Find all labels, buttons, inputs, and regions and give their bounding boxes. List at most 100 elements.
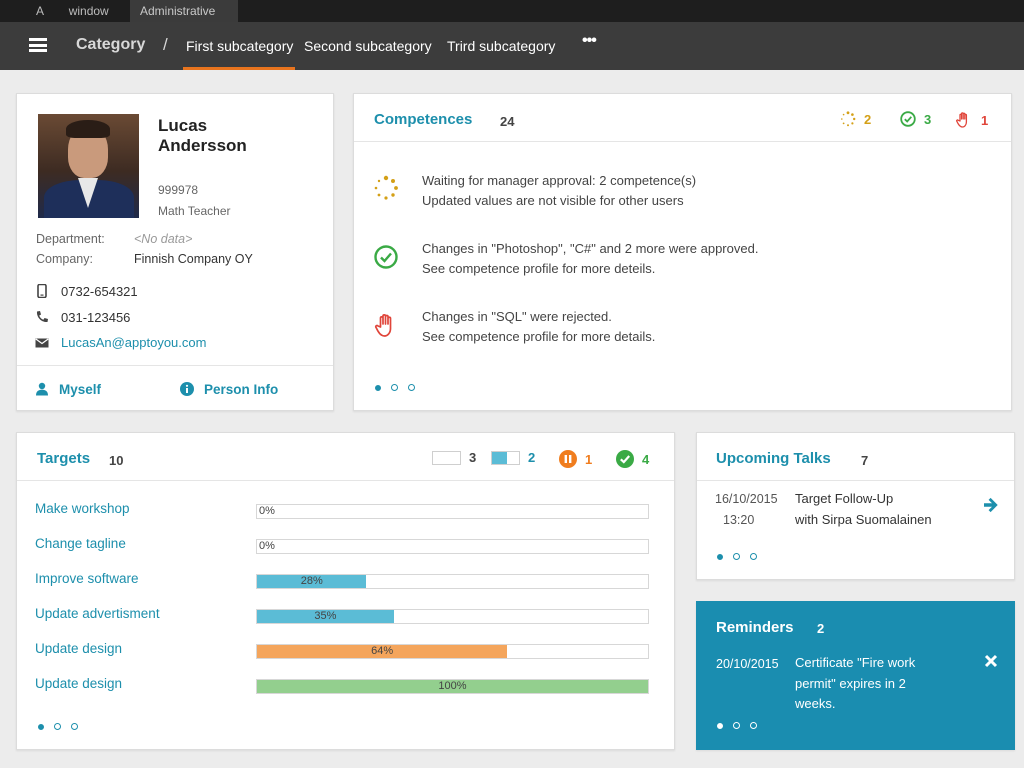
pending-icon [374, 175, 398, 200]
profile-name: Lucas Andersson [158, 116, 318, 156]
target-progress-bar: 0% [256, 504, 649, 519]
upcoming-talks-count: 7 [861, 453, 869, 468]
pager-dot-active[interactable] [38, 723, 44, 730]
nav-category[interactable]: Category [76, 36, 145, 54]
partial-bar-icon [491, 450, 520, 465]
pager-dot[interactable] [750, 722, 757, 729]
talk-date: 16/10/2015 [715, 492, 778, 506]
profile-photo [38, 114, 139, 218]
pager-dot-active[interactable] [375, 384, 381, 391]
targets-pager [38, 723, 78, 730]
employee-id: 999978 [158, 183, 199, 197]
pager-dot-active[interactable] [717, 553, 723, 560]
more-menu-icon[interactable]: ••• [582, 32, 597, 50]
email-link[interactable]: LucasAn@apptoyou.com [61, 335, 206, 350]
not-started-count: 3 [469, 450, 477, 465]
reminders-count: 2 [817, 621, 825, 636]
done-stat[interactable]: 4 [616, 450, 649, 468]
target-link[interactable]: Improve software [35, 571, 139, 586]
myself-button[interactable]: Myself [35, 382, 101, 397]
target-link[interactable]: Update advertisment [35, 606, 160, 621]
nav-separator: / [163, 35, 168, 54]
department-value: <No data> [134, 232, 193, 246]
arrow-right-icon[interactable] [983, 497, 999, 513]
target-progress-percent: 35% [314, 610, 337, 622]
pager-dot-active[interactable] [717, 722, 723, 729]
divider [697, 480, 1014, 481]
last-name: Andersson [158, 136, 247, 155]
phone-number: 031-123456 [61, 310, 131, 325]
target-progress-bar: 0% [256, 539, 649, 554]
competences-count: 24 [500, 114, 515, 129]
reminders-title[interactable]: Reminders [716, 619, 794, 636]
department-label: Department: [36, 232, 105, 246]
competence-row-3-line-1: Changes in "SQL" were rejected. [422, 309, 612, 324]
hamburger-menu-icon[interactable] [29, 38, 47, 52]
pager-dot[interactable] [391, 384, 398, 391]
pager-dot[interactable] [733, 722, 740, 729]
pager-dot[interactable] [750, 553, 757, 560]
divider [17, 480, 674, 481]
pager-dot[interactable] [71, 723, 78, 730]
window-tab-letter: A [36, 4, 44, 18]
talk-title: Target Follow-Up [795, 491, 894, 506]
rejected-stat[interactable]: 1 [955, 111, 988, 129]
target-progress-bar: 28% [256, 574, 649, 589]
pager-dot[interactable] [408, 384, 415, 391]
info-icon [180, 382, 194, 396]
upcoming-talks-card: Upcoming Talks 7 16/10/2015 13:20 Target… [696, 432, 1015, 580]
talks-pager [717, 553, 757, 560]
approved-stat[interactable]: 3 [900, 111, 931, 127]
talk-with: with Sirpa Suomalainen [795, 512, 932, 527]
competence-row-2-line-2: See competence profile for more deteils. [422, 261, 656, 276]
reminder-text: Certificate "Fire work permit" expires i… [795, 655, 916, 711]
not-started-stat[interactable]: 3 [432, 450, 476, 465]
target-progress-percent: 28% [300, 575, 323, 587]
competence-row-2-line-1: Changes in "Photoshop", "C#" and 2 more … [422, 241, 759, 256]
nav-second-subcategory[interactable]: Second subcategory [304, 38, 432, 54]
target-progress-bar: 100% [256, 679, 649, 694]
target-progress-percent: 64% [371, 645, 394, 657]
competences-title[interactable]: Competences [374, 111, 472, 128]
job-title: Math Teacher [158, 204, 231, 218]
person-info-button[interactable]: Person Info [180, 382, 278, 397]
active-nav-indicator [183, 67, 295, 70]
reminder-date: 20/10/2015 [716, 657, 779, 671]
paused-count: 1 [585, 451, 593, 467]
nav-third-subcategory[interactable]: Trird subcategory [447, 38, 555, 54]
targets-title[interactable]: Targets [37, 450, 90, 467]
in-progress-stat[interactable]: 2 [491, 450, 535, 465]
talk-time: 13:20 [723, 513, 755, 527]
pager-dot[interactable] [733, 553, 740, 560]
target-link[interactable]: Make workshop [35, 501, 130, 516]
competence-row-1-line-2: Updated values are not visible for other… [422, 193, 684, 208]
competences-pager [375, 384, 415, 391]
rejected-hand-icon [374, 314, 392, 337]
pending-count: 2 [864, 111, 872, 127]
approved-check-icon [374, 245, 398, 269]
person-info-label: Person Info [204, 382, 279, 397]
mobile-number: 0732-654321 [61, 284, 138, 299]
upcoming-talks-title[interactable]: Upcoming Talks [716, 450, 831, 467]
target-link[interactable]: Change tagline [35, 536, 126, 551]
paused-stat[interactable]: 1 [559, 450, 592, 468]
user-icon [36, 382, 48, 396]
in-progress-count: 2 [528, 450, 536, 465]
target-link[interactable]: Update design [35, 641, 122, 656]
competence-row-3-line-2: See competence profile for more details. [422, 329, 656, 344]
pending-stat[interactable]: 2 [840, 111, 871, 127]
rejected-hand-icon [956, 112, 968, 128]
window-tab-administrative[interactable]: Administrative [130, 0, 238, 22]
target-progress-bar: 64% [256, 644, 649, 659]
window-tab[interactable]: A window [26, 0, 126, 22]
divider [354, 141, 1011, 142]
nav-first-subcategory[interactable]: First subcategory [186, 38, 293, 54]
pager-dot[interactable] [54, 723, 61, 730]
profile-card: Lucas Andersson 999978 Math Teacher Depa… [16, 93, 334, 411]
approved-count: 3 [924, 111, 932, 127]
target-link[interactable]: Update design [35, 676, 122, 691]
window-tab-label: window [68, 4, 109, 18]
company-value: Finnish Company OY [134, 252, 253, 266]
dismiss-close-icon[interactable] [983, 653, 999, 669]
window-tab-strip: A window Administrative [0, 0, 1024, 22]
